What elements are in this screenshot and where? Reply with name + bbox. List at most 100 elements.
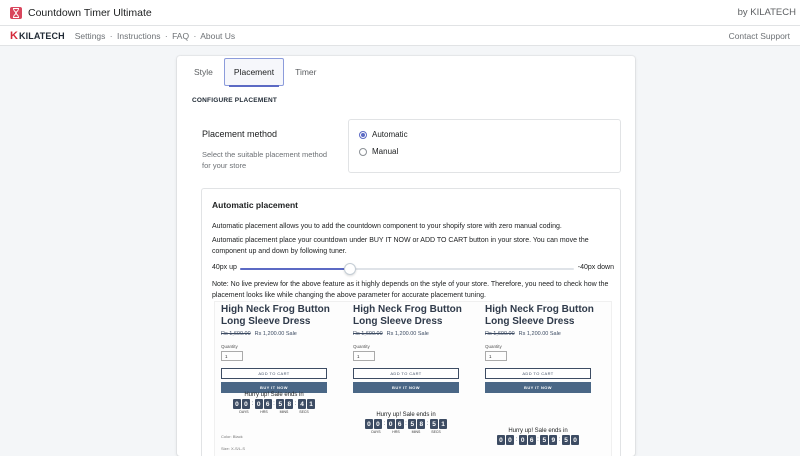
nav-link-about-us[interactable]: About Us [200, 31, 235, 41]
timer-digit: 0 [254, 399, 263, 409]
quantity-label: Quantity [353, 344, 370, 349]
timer-digit: 1 [439, 419, 447, 429]
tab-bar: Style Placement Timer [177, 56, 635, 88]
preview-column: High Neck Frog Button Long Sleeve Dress … [347, 302, 467, 456]
timer-separator: : [273, 401, 275, 407]
product-title: High Neck Frog Button Long Sleeve Dress [221, 304, 330, 327]
automatic-placement-text1: Automatic placement allows you to add th… [212, 223, 562, 230]
automatic-placement-panel: Automatic placement Automatic placement … [201, 188, 621, 456]
timer-digit: 8 [285, 399, 294, 409]
automatic-placement-title: Automatic placement [212, 200, 298, 210]
timer-digit: 5 [408, 419, 417, 429]
radio-manual[interactable]: Manual [359, 147, 398, 156]
brand-logo-k: K [10, 29, 19, 42]
timer-digits: 00: 06: 59: 50 [485, 435, 591, 445]
unit-days: DAYS [371, 430, 381, 434]
timer-separator: : [558, 437, 561, 443]
tab-placement[interactable]: Placement [223, 58, 285, 87]
app-title: Countdown Timer Ultimate [28, 6, 152, 19]
old-price: Rs 1,600.00 [353, 331, 383, 337]
slider-thumb[interactable] [344, 263, 357, 275]
add-to-cart-button: ADD TO CART [353, 368, 459, 379]
product-title: High Neck Frog Button Long Sleeve Dress [353, 304, 462, 327]
unit-secs: SECS [431, 430, 441, 434]
nav-link-faq[interactable]: FAQ [172, 31, 189, 41]
brand-logo-text: KILATECH [19, 30, 65, 41]
quantity-field: 1 [485, 351, 507, 361]
tab-style[interactable]: Style [185, 59, 222, 85]
placement-method-row: Placement method Select the suitable pla… [193, 119, 621, 175]
product-price: Rs 1,600.00 Rs 1,200.00 Sale [485, 331, 561, 337]
countdown-timer: Hurry up! Sale ends in 00: 06: 59: 50 [485, 428, 591, 445]
unit-hrs: HRS [392, 430, 400, 434]
preview-column: High Neck Frog Button Long Sleeve Dress … [479, 302, 599, 456]
add-to-cart-button: ADD TO CART [221, 368, 327, 379]
app-topbar: Countdown Timer Ultimate by KILATECH [0, 0, 800, 26]
product-color: Color: Black [221, 434, 243, 439]
timer-separator: : [251, 401, 254, 407]
timer-digit: 6 [527, 435, 536, 445]
timer-digit: 0 [241, 399, 250, 409]
unit-mins: MINS [411, 430, 421, 434]
quantity-label: Quantity [485, 344, 502, 349]
timer-digit: 0 [518, 435, 527, 445]
timer-digit: 0 [571, 435, 579, 445]
quantity-label: Quantity [221, 344, 238, 349]
timer-digit: 5 [430, 419, 438, 429]
timer-separator: : [537, 437, 539, 443]
radio-automatic[interactable]: Automatic [359, 130, 408, 139]
timer-digit: 5 [276, 399, 285, 409]
old-price: Rs 1,600.00 [221, 331, 251, 337]
timer-label: Hurry up! Sale ends in [376, 412, 436, 418]
slider-left-label: 40px up [212, 264, 237, 271]
placement-method-title: Placement method [202, 129, 278, 139]
section-title: CONFIGURE PLACEMENT [192, 97, 278, 104]
timer-separator: : [405, 421, 407, 427]
nav-link-settings[interactable]: Settings [75, 31, 106, 41]
timer-digit: 0 [373, 419, 382, 429]
nav-separator: · [109, 30, 113, 41]
app-navbar: K KILATECH Settings · Instructions · FAQ… [0, 26, 800, 46]
developer-link[interactable]: by KILATECH [738, 7, 796, 18]
product-price: Rs 1,600.00 Rs 1,200.00 Sale [353, 331, 429, 337]
radio-automatic-circle[interactable] [359, 130, 367, 139]
buy-now-button: BUY IT NOW [485, 382, 591, 393]
automatic-placement-text2: Automatic placement place your countdown… [212, 237, 589, 255]
slider-fill [240, 268, 351, 270]
brand-logo: K KILATECH [10, 30, 65, 42]
timer-digits: 00: 06: 58: 51 [353, 419, 459, 429]
sale-price: Rs 1,200.00 Sale [518, 331, 561, 337]
timer-units: DAYS HRS MINS SECS [221, 410, 327, 414]
tab-timer[interactable]: Timer [286, 59, 325, 85]
timer-digit: 0 [232, 399, 241, 409]
add-to-cart-button: ADD TO CART [485, 368, 591, 379]
buy-now-button: BUY IT NOW [353, 382, 459, 393]
timer-digit: 0 [505, 435, 514, 445]
countdown-timer: Hurry up! Sale ends in 00: 06: 58: 41 DA… [221, 392, 327, 414]
placement-tuner: 40px up -40px down [212, 263, 614, 275]
timer-digit: 6 [395, 419, 404, 429]
timer-digit: 9 [549, 435, 558, 445]
timer-label: Hurry up! Sale ends in [508, 428, 568, 434]
timer-digit: 0 [364, 419, 373, 429]
timer-digits: 00: 06: 58: 41 [221, 399, 327, 409]
quantity-field: 1 [221, 351, 243, 361]
radio-manual-circle[interactable] [359, 147, 367, 156]
unit-days: DAYS [239, 410, 249, 414]
slider-track[interactable] [240, 263, 574, 275]
nav-link-instructions[interactable]: Instructions [117, 31, 160, 41]
slider-right-label: -40px down [577, 264, 614, 271]
timer-digit: 8 [417, 419, 426, 429]
placement-method-options: Automatic Manual [348, 119, 621, 173]
unit-secs: SECS [299, 410, 309, 414]
timer-separator: : [294, 401, 297, 407]
old-price: Rs 1,600.00 [485, 331, 515, 337]
preview-column: High Neck Frog Button Long Sleeve Dress … [215, 302, 335, 456]
unit-mins: MINS [279, 410, 289, 414]
nav-links: Settings · Instructions · FAQ · About Us [75, 31, 237, 41]
timer-separator: : [515, 437, 518, 443]
settings-card: Style Placement Timer CONFIGURE PLACEMEN… [177, 56, 635, 456]
timer-separator: : [383, 421, 386, 427]
product-size: Size: X-S/L-S [221, 446, 246, 451]
contact-support-link[interactable]: Contact Support [729, 31, 790, 41]
